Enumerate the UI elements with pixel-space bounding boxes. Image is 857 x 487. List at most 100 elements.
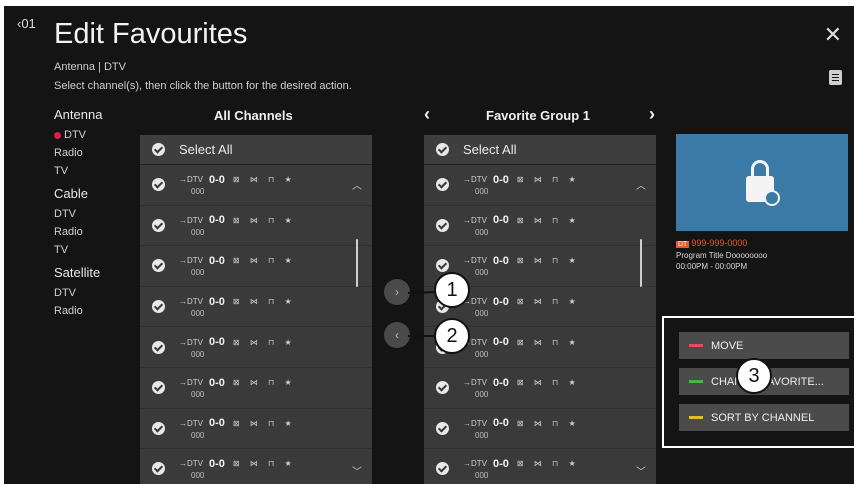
channel-type: →DTV (463, 459, 487, 469)
check-icon[interactable] (152, 340, 165, 354)
channel-status-icons: ⊠ ⋈ ⊓ ★ (516, 459, 580, 469)
channel-line: →DTV 0-0 ⊠ ⋈ ⊓ ★ (463, 376, 613, 389)
check-icon[interactable] (152, 381, 165, 395)
channel-row[interactable]: →DTV 0-0 ⊠ ⋈ ⊓ ★ 000 (140, 327, 372, 368)
preview-channel-value: 999-999-0000 (691, 238, 748, 248)
channel-number: 0-0 (493, 214, 509, 227)
all-channels-list: Select All →DTV 0-0 ⊠ ⋈ ⊓ ★ 000 →DTV 0-0 ⊠ ⋈ ⊓… (140, 135, 372, 484)
add-to-favorite-button[interactable]: › (384, 279, 410, 305)
check-icon[interactable] (152, 462, 165, 476)
check-icon[interactable] (152, 421, 165, 435)
channel-row[interactable]: →DTV 0-0 ⊠ ⋈ ⊓ ★ 000 (424, 409, 656, 450)
channel-number: 0-0 (493, 254, 509, 267)
channel-info: →DTV 0-0 ⊠ ⋈ ⊓ ★ 000 (463, 295, 613, 319)
channel-status-icons: ⊠ ⋈ ⊓ ★ (232, 378, 296, 388)
channel-info: →DTV 0-0 ⊠ ⋈ ⊓ ★ 000 (179, 417, 329, 440)
channel-name: 000 (191, 227, 205, 237)
scroll-down-icon[interactable]: ﹀ (352, 463, 362, 478)
channel-info: →DTV 0-0 ⊠ ⋈ ⊓ ★ 000 (463, 254, 613, 278)
sidebar-item-antenna-tv[interactable]: TV (54, 162, 134, 180)
channel-type: →DTV (179, 459, 203, 469)
select-all-right[interactable]: Select All (424, 135, 656, 165)
scrollbar[interactable] (640, 239, 642, 287)
check-icon[interactable] (152, 300, 165, 314)
channel-name: 000 (475, 268, 489, 278)
channel-line: →DTV 0-0 ⊠ ⋈ ⊓ ★ (463, 254, 613, 267)
channel-row[interactable]: →DTV 0-0 ⊠ ⋈ ⊓ ★ 000 (140, 246, 372, 287)
channel-row[interactable]: →DTV 0-0 ⊠ ⋈ ⊓ ★ 000 (140, 368, 372, 409)
check-icon[interactable] (152, 218, 165, 232)
channel-row[interactable]: →DTV 0-0 ⊠ ⋈ ⊓ ★ 000 (424, 449, 656, 484)
channel-type: →DTV (463, 418, 487, 428)
channel-row[interactable]: →DTV 0-0 ⊠ ⋈ ⊓ ★ 000 (424, 165, 656, 206)
sort-by-channel-button[interactable]: SORT BY CHANNEL (679, 404, 849, 431)
instruction-text: Select channel(s), then click the button… (54, 80, 352, 92)
scroll-down-icon[interactable]: ﹀ (636, 463, 646, 478)
channel-line: →DTV 0-0 ⊠ ⋈ ⊓ ★ (179, 214, 329, 227)
sidebar-item-cable-radio[interactable]: Radio (54, 223, 134, 241)
scrollbar[interactable] (356, 239, 358, 287)
channel-row[interactable]: →DTV 0-0 ⊠ ⋈ ⊓ ★ 000 (140, 449, 372, 484)
channel-row[interactable]: →DTV 0-0 ⊠ ⋈ ⊓ ★ 000 (140, 165, 372, 206)
channel-number: 0-0 (493, 417, 509, 430)
channel-row[interactable]: →DTV 0-0 ⊠ ⋈ ⊓ ★ 000 (424, 206, 656, 247)
prev-group-arrow[interactable]: ‹ (424, 104, 430, 125)
channel-row[interactable]: →DTV 0-0 ⊠ ⋈ ⊓ ★ 000 (140, 206, 372, 247)
check-icon[interactable] (152, 143, 165, 156)
channel-type: →DTV (463, 378, 487, 388)
channel-info: →DTV 0-0 ⊠ ⋈ ⊓ ★ 000 (463, 457, 613, 481)
remove-from-favorite-button[interactable]: ‹ (384, 322, 410, 348)
channel-line: →DTV 0-0 ⊠ ⋈ ⊓ ★ (463, 214, 613, 227)
check-icon[interactable] (436, 421, 449, 435)
all-channels-header: All Channels (214, 108, 293, 123)
channel-name: 000 (475, 187, 489, 197)
channel-name: 000 (475, 390, 489, 400)
channel-status-icons: ⊠ ⋈ ⊓ ★ (232, 297, 296, 307)
close-icon[interactable]: ✕ (824, 22, 842, 48)
select-all-left[interactable]: Select All (140, 135, 372, 165)
channel-number: 0-0 (493, 336, 509, 349)
channel-type: →DTV (179, 215, 203, 225)
check-icon[interactable] (436, 143, 449, 156)
check-icon[interactable] (436, 462, 449, 476)
sidebar-item-satellite-radio[interactable]: Radio (54, 302, 134, 320)
check-icon[interactable] (436, 178, 449, 192)
settings-icon[interactable] (829, 70, 842, 85)
channel-info: →DTV 0-0 ⊠ ⋈ ⊓ ★ 000 (463, 173, 613, 197)
check-icon[interactable] (436, 381, 449, 395)
sidebar-group-cable: Cable (54, 186, 88, 201)
channel-info: →DTV 0-0 ⊠ ⋈ ⊓ ★ 000 (179, 336, 329, 359)
channel-row[interactable]: →DTV 0-0 ⊠ ⋈ ⊓ ★ 000 (140, 409, 372, 450)
scroll-up-icon[interactable]: ︿ (636, 177, 646, 192)
channel-info: →DTV 0-0 ⊠ ⋈ ⊓ ★ 000 (179, 295, 329, 319)
check-icon[interactable] (152, 259, 165, 273)
scroll-up-icon[interactable]: ︿ (352, 177, 362, 192)
sidebar-item-antenna-radio[interactable]: Radio (54, 144, 134, 162)
channel-number: 0-0 (493, 457, 509, 470)
sidebar-item-cable-dtv[interactable]: DTV (54, 205, 134, 223)
green-key-indicator (689, 380, 703, 383)
channel-line: →DTV 0-0 ⊠ ⋈ ⊓ ★ (179, 417, 329, 430)
back-channel-number[interactable]: ‹01 (17, 16, 36, 31)
next-group-arrow[interactable]: › (649, 104, 655, 125)
check-icon[interactable] (436, 259, 449, 273)
callout-2: 2 (434, 318, 470, 354)
channel-line: →DTV 0-0 ⊠ ⋈ ⊓ ★ (179, 295, 329, 308)
channel-status-icons: ⊠ ⋈ ⊓ ★ (516, 256, 580, 266)
channel-row[interactable]: →DTV 0-0 ⊠ ⋈ ⊓ ★ 000 (140, 287, 372, 328)
move-button[interactable]: MOVE (679, 332, 849, 359)
channel-type: →DTV (463, 256, 487, 266)
channel-line: →DTV 0-0 ⊠ ⋈ ⊓ ★ (463, 295, 613, 308)
channel-status-icons: ⊠ ⋈ ⊓ ★ (232, 215, 296, 225)
sidebar-item-satellite-dtv[interactable]: DTV (54, 284, 134, 302)
channel-row[interactable]: →DTV 0-0 ⊠ ⋈ ⊓ ★ 000 (424, 368, 656, 409)
sidebar-item-cable-tv[interactable]: TV (54, 241, 134, 259)
channel-status-icons: ⊠ ⋈ ⊓ ★ (232, 418, 296, 428)
channel-number: 0-0 (209, 336, 225, 349)
channel-line: →DTV 0-0 ⊠ ⋈ ⊓ ★ (179, 336, 329, 349)
sidebar-item-antenna-dtv[interactable]: DTV (54, 126, 134, 144)
channel-number: 0-0 (209, 295, 225, 308)
check-icon[interactable] (152, 178, 165, 192)
check-icon[interactable] (436, 218, 449, 232)
red-key-indicator (689, 344, 703, 347)
